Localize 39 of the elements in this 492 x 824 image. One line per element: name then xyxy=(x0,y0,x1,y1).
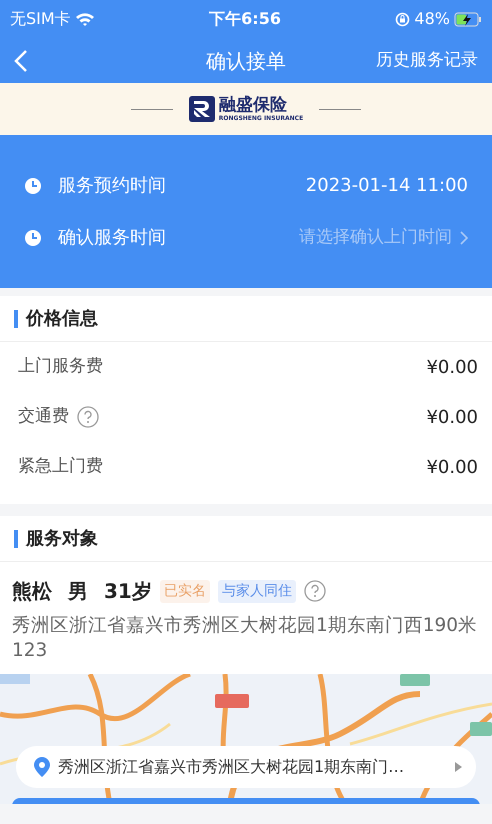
accent-bar xyxy=(14,310,18,328)
person-name: 熊松 xyxy=(12,578,52,605)
back-button[interactable] xyxy=(14,48,28,73)
fee-value: ¥0.00 xyxy=(426,406,478,430)
tag: 已实名 xyxy=(160,580,210,602)
section-title: 服务对象 xyxy=(26,527,98,551)
location-pin-icon xyxy=(34,756,50,777)
time-value: 2023-01-14 11:00 xyxy=(306,174,468,198)
history-link[interactable]: 历史服务记录 xyxy=(376,48,478,74)
person-age: 31岁 xyxy=(104,578,152,605)
address-bar[interactable]: 秀洲区浙江省嘉兴市秀洲区大树花园1期东南门… xyxy=(16,746,476,788)
status-time: 下午6:56 xyxy=(209,8,281,30)
fee-value: ¥0.00 xyxy=(426,356,478,380)
fee-label: 交通费 xyxy=(18,405,69,428)
time-label: 服务预约时间 xyxy=(58,174,166,198)
time-label: 确认服务时间 xyxy=(58,226,166,250)
wifi-icon xyxy=(74,12,95,26)
fee-label: 上门服务费 xyxy=(18,355,103,378)
chevron-icon xyxy=(460,230,468,244)
clock-icon xyxy=(24,228,42,246)
map-address: 秀洲区浙江省嘉兴市秀洲区大树花园1期东南门… xyxy=(58,756,404,778)
logo-icon xyxy=(188,96,215,122)
play-arrow-icon xyxy=(455,762,462,772)
page-title: 确认接单 xyxy=(206,48,286,74)
help-icon xyxy=(304,580,326,602)
address-text: 秀洲区浙江省嘉兴市秀洲区大树花园1期东南门西190米123 xyxy=(12,614,478,663)
battery-percent: 48% xyxy=(414,8,450,30)
accent-bar xyxy=(14,530,18,548)
person-gender: 男 xyxy=(68,578,88,605)
brand-name: 融盛保险 xyxy=(218,96,288,114)
tag: 与家人同住 xyxy=(218,580,296,602)
fee-label: 紧急上门费 xyxy=(18,455,103,478)
help-icon xyxy=(77,406,99,428)
rotation-lock-icon xyxy=(395,12,410,26)
clock-icon xyxy=(24,176,42,194)
section-title: 价格信息 xyxy=(26,307,98,331)
time-picker[interactable]: 请选择确认上门时间 xyxy=(299,224,468,250)
carrier-label: 无SIM卡 xyxy=(10,8,71,30)
fee-value: ¥0.00 xyxy=(426,456,478,480)
